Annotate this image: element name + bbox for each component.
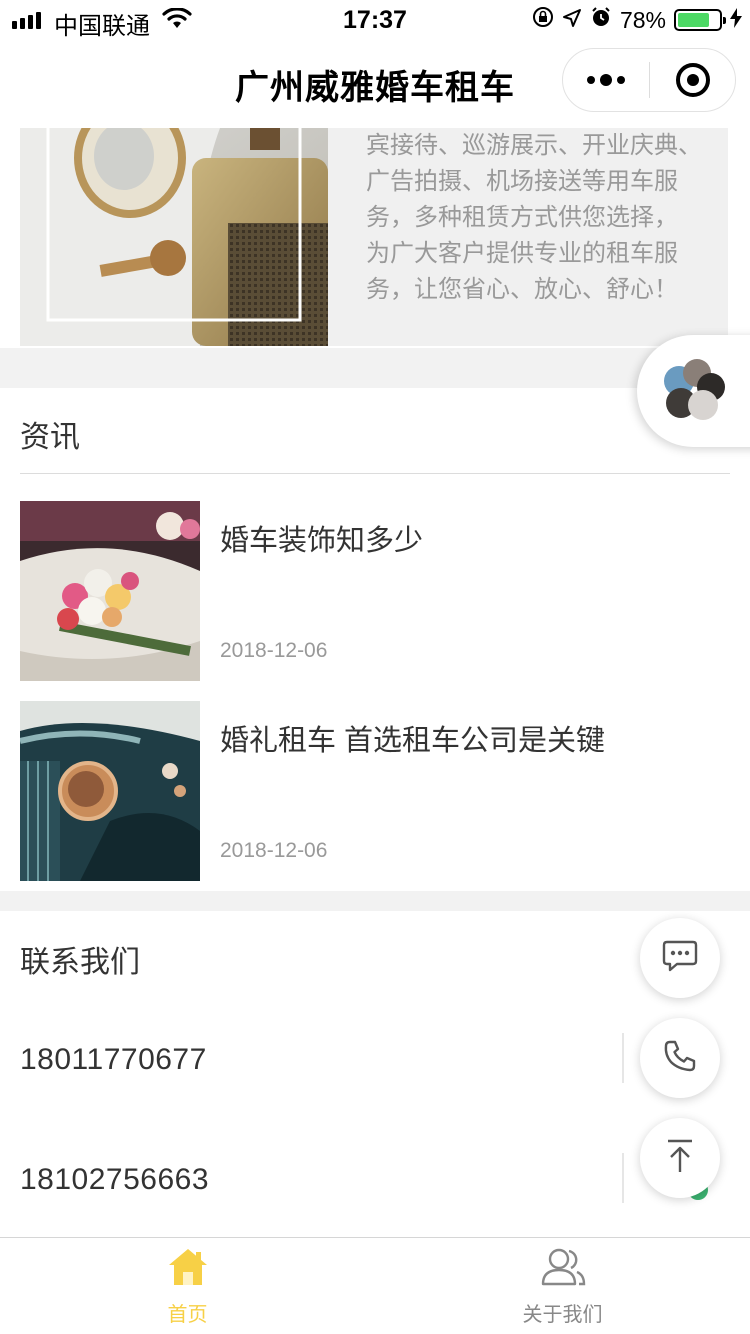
intro-line: 务，让您省心、放心、舒心！ xyxy=(366,276,678,303)
tab-label: 关于我们 xyxy=(522,1304,603,1326)
status-bar: 中国联通 17:37 78% xyxy=(0,0,750,40)
news-thumbnail xyxy=(20,701,200,881)
news-item[interactable]: 婚车装饰知多少 2018-12-06 xyxy=(20,501,730,681)
phone-number[interactable]: 18011770677 xyxy=(20,1043,207,1077)
section-spacer xyxy=(0,891,750,911)
target-circle-icon[interactable] xyxy=(650,63,735,97)
alarm-icon xyxy=(590,6,612,34)
news-date: 2018-12-06 xyxy=(220,839,328,862)
divider xyxy=(622,1033,624,1083)
news-title: 婚礼租车 首选租车公司是关键 xyxy=(220,725,606,757)
flower-logo-icon xyxy=(659,359,727,428)
brand-float-button[interactable] xyxy=(637,335,750,447)
chat-button[interactable] xyxy=(640,918,720,998)
home-icon xyxy=(0,1246,375,1288)
divider xyxy=(20,473,730,474)
intro-line: 宾接待、巡游展示、开业庆典、 xyxy=(366,132,702,159)
battery-percent: 78% xyxy=(619,6,666,33)
news-thumbnail xyxy=(20,501,200,681)
tab-bar: 首页 关于我们 xyxy=(0,1237,750,1334)
miniprogram-capsule xyxy=(562,48,736,112)
tab-home[interactable]: 首页 xyxy=(0,1238,375,1334)
phone-icon xyxy=(662,1038,698,1079)
back-to-top-icon xyxy=(665,1138,695,1179)
more-dots-icon[interactable] xyxy=(563,74,649,86)
intro-line: 为广大客户提供专业的租车服 xyxy=(366,240,678,267)
users-icon xyxy=(375,1246,750,1288)
tab-label: 首页 xyxy=(167,1304,208,1326)
orientation-lock-icon xyxy=(532,6,554,34)
intro-description: 宾接待、巡游展示、开业庆典、 广告拍摄、机场接送等用车服 务，多种租赁方式供您选… xyxy=(366,128,716,308)
intro-section: 宾接待、巡游展示、开业庆典、 广告拍摄、机场接送等用车服 务，多种租赁方式供您选… xyxy=(0,128,750,348)
contact-section: 联系我们 18011770677 18102756663 xyxy=(0,911,750,1237)
intro-car-image xyxy=(20,128,328,346)
divider xyxy=(622,1153,624,1203)
nav-bar: 广州威雅婚车租车 xyxy=(0,40,750,128)
chat-bubble-icon xyxy=(661,939,699,978)
back-to-top-button[interactable] xyxy=(640,1118,720,1198)
news-title: 婚车装饰知多少 xyxy=(220,525,424,557)
battery-icon xyxy=(674,9,726,31)
call-button[interactable] xyxy=(640,1018,720,1098)
tab-about[interactable]: 关于我们 xyxy=(375,1238,750,1334)
intro-line: 广告拍摄、机场接送等用车服 xyxy=(366,168,678,195)
news-section-title: 资讯 xyxy=(20,421,80,454)
news-section: 资讯 婚车装饰知多少 2018-12-06 婚礼租车 首选租车公司是关键 201… xyxy=(0,388,750,891)
news-date: 2018-12-06 xyxy=(220,639,328,662)
news-item[interactable]: 婚礼租车 首选租车公司是关键 2018-12-06 xyxy=(20,701,730,881)
contact-section-title: 联系我们 xyxy=(20,946,140,979)
phone-number[interactable]: 18102756663 xyxy=(20,1163,209,1197)
intro-line: 务，多种租赁方式供您选择， xyxy=(366,204,678,231)
charging-icon xyxy=(730,7,742,34)
location-icon xyxy=(562,7,582,34)
